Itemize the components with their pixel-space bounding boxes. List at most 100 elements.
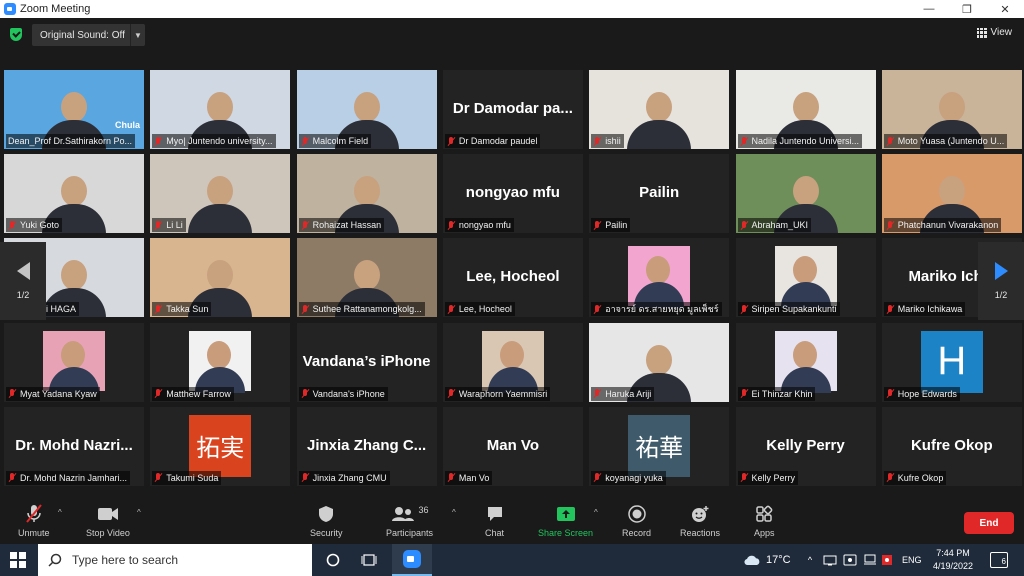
windows-start-icon[interactable] [10, 552, 26, 568]
record-icon [627, 504, 646, 524]
mic-muted-icon [886, 473, 894, 482]
language-indicator[interactable]: ENG [902, 544, 922, 576]
stop-video-button[interactable]: Stop Video [86, 504, 130, 538]
clock-time: 7:44 PM [936, 548, 970, 558]
participant-tile[interactable]: H Hope Edwards [881, 322, 1022, 402]
participant-tile[interactable]: Ei Thinzar Khin [735, 322, 876, 402]
participant-tile[interactable]: Kelly Perry Kelly Perry [735, 406, 876, 486]
mic-muted-icon [301, 389, 309, 398]
original-sound-dropdown[interactable]: ▼ [130, 24, 145, 46]
close-button[interactable]: ✕ [986, 0, 1024, 18]
participant-name: Kelly Perry [751, 472, 796, 483]
device-icon[interactable] [862, 544, 878, 576]
participant-name-label: Ei Thinzar Khin [737, 386, 816, 401]
chat-button[interactable]: Chat [485, 504, 504, 538]
participant-tile[interactable]: Abraham_UKI [735, 154, 876, 234]
participant-tile[interactable]: Lee, Hocheol Lee, Hocheol [442, 238, 583, 318]
chevron-up-icon[interactable]: ^ [804, 544, 816, 576]
original-sound-button[interactable]: Original Sound: Off [32, 24, 133, 46]
participant-tile[interactable]: Rohaizat Hassan [296, 154, 437, 234]
participant-name-label: Jinxia Zhang CMU [298, 470, 390, 485]
reactions-button[interactable]: Reactions [680, 504, 720, 538]
participant-name: Vandana's iPhone [312, 388, 385, 399]
participant-name-label: Vandana's iPhone [298, 386, 388, 401]
previous-page-button[interactable]: 1/2 [0, 242, 46, 320]
participant-name-label: Siripen Supakankunti [737, 302, 840, 317]
profile-avatar: 拓実 [189, 414, 252, 477]
person-head [61, 260, 87, 291]
participant-tile[interactable]: Suthee Rattanamongkolg... [296, 238, 437, 318]
window-title-bar: Zoom Meeting — ❐ ✕ [0, 0, 1024, 18]
participant-tile[interactable]: Chula Dean_Prof Dr.Sathirakorn Po... [4, 70, 144, 149]
task-view-icon[interactable] [358, 544, 380, 576]
participant-tile[interactable]: Siripen Supakankunti [735, 238, 876, 318]
share-screen-button[interactable]: Share Screen [538, 504, 593, 538]
person-body [627, 120, 692, 149]
chat-label: Chat [485, 528, 505, 538]
video-options-caret[interactable]: ^ [137, 508, 141, 517]
participant-tile[interactable]: อาจารย์ ดร.สายหยุด มูลเพ็ชร์ [589, 238, 730, 318]
participant-name-label: Dean_Prof Dr.Sathirakorn Po... [6, 134, 136, 148]
meeting-top-bar: Original Sound: Off ▼ View [0, 18, 1024, 52]
participant-tile[interactable]: Waraphorn Yaemmisri [442, 322, 583, 402]
share-options-caret[interactable]: ^ [594, 508, 598, 517]
share-screen-icon [556, 504, 576, 524]
end-meeting-button[interactable]: End [964, 512, 1014, 534]
participant-tile[interactable]: Vandana’s iPhone Vandana's iPhone [296, 322, 437, 402]
record-button[interactable]: Record [622, 504, 651, 538]
profile-photo [774, 330, 837, 393]
view-button[interactable]: View [976, 27, 1012, 38]
participant-name-label: Waraphorn Yaemmisri [444, 386, 551, 401]
participant-tile[interactable]: Takka Sun [150, 238, 291, 318]
antivirus-icon[interactable] [880, 544, 894, 576]
apps-button[interactable]: Apps [754, 504, 775, 538]
participant-tile[interactable]: Li Li [150, 154, 291, 234]
participant-tile[interactable]: Dr Damodar pa... Dr Damodar paudel [442, 70, 583, 149]
audio-options-caret[interactable]: ^ [58, 508, 62, 517]
participant-tile[interactable]: Phatchanun Vivarakanon [881, 154, 1022, 234]
participants-button[interactable]: 36 Participants [386, 504, 433, 538]
zoom-app-icon [403, 550, 421, 568]
participant-tile[interactable]: Kufre Okop Kufre Okop [881, 406, 1022, 486]
reactions-label: Reactions [680, 528, 721, 538]
participant-tile[interactable]: Myo| Juntendo university... [150, 70, 291, 149]
participant-tile[interactable]: nongyao mfu nongyao mfu [442, 154, 583, 234]
zoom-taskbar-app[interactable] [392, 544, 432, 576]
taskbar-search-box[interactable]: Type here to search [38, 544, 312, 576]
maximize-button[interactable]: ❐ [948, 0, 986, 18]
security-button[interactable]: Security [310, 504, 343, 538]
next-page-button[interactable]: 1/2 [978, 242, 1024, 320]
person-head [61, 340, 85, 369]
share-screen-label: Share Screen [538, 528, 594, 538]
mic-muted-icon [301, 136, 309, 146]
network-icon[interactable] [822, 544, 838, 576]
profile-avatar: 祐華 [628, 414, 691, 477]
weather-cloud-icon[interactable] [742, 544, 762, 576]
participant-tile[interactable]: Haruka Ariji [589, 322, 730, 402]
mic-muted-icon [8, 389, 16, 398]
participant-display-name: Kelly Perry [766, 436, 845, 454]
notification-center-icon[interactable]: 6 [990, 552, 1008, 568]
participant-tile[interactable]: Jinxia Zhang C... Jinxia Zhang CMU [296, 406, 437, 486]
minimize-button[interactable]: — [910, 0, 948, 18]
cortana-icon[interactable] [322, 544, 344, 576]
participant-tile[interactable]: Pailin Pailin [589, 154, 730, 234]
participant-tile[interactable]: Matthew Farrow [150, 322, 291, 402]
participant-tile[interactable]: ishii [589, 70, 730, 149]
participant-tile[interactable]: Malcolm Field [296, 70, 437, 149]
participant-tile[interactable]: Myat Yadana Kyaw [4, 322, 144, 402]
participant-tile[interactable]: 拓実 Takumi Suda [150, 406, 291, 486]
unmute-button[interactable]: Unmute [18, 504, 50, 538]
participant-tile[interactable]: Man Vo Man Vo [442, 406, 583, 486]
participant-tile[interactable]: Nadila Juntendo Universi... [735, 70, 876, 149]
participant-tile[interactable]: Dr. Mohd Nazri... Dr. Mohd Nazrin Jamhari… [4, 406, 144, 486]
participant-tile[interactable]: 祐華 koyanagi yuka [589, 406, 730, 486]
shield-icon[interactable] [10, 28, 22, 41]
system-clock[interactable]: 7:44 PM 4/19/2022 [928, 547, 978, 573]
participant-tile[interactable]: Yuki Goto [4, 154, 144, 234]
weather-temperature: 17°C [766, 554, 791, 566]
participant-tile[interactable]: Moto Yuasa (Juntendo U... [881, 70, 1022, 149]
participants-options-caret[interactable]: ^ [452, 508, 456, 517]
app-tray-icon[interactable] [842, 544, 858, 576]
participant-name: Suthee Rattanamongkolg... [312, 304, 422, 315]
